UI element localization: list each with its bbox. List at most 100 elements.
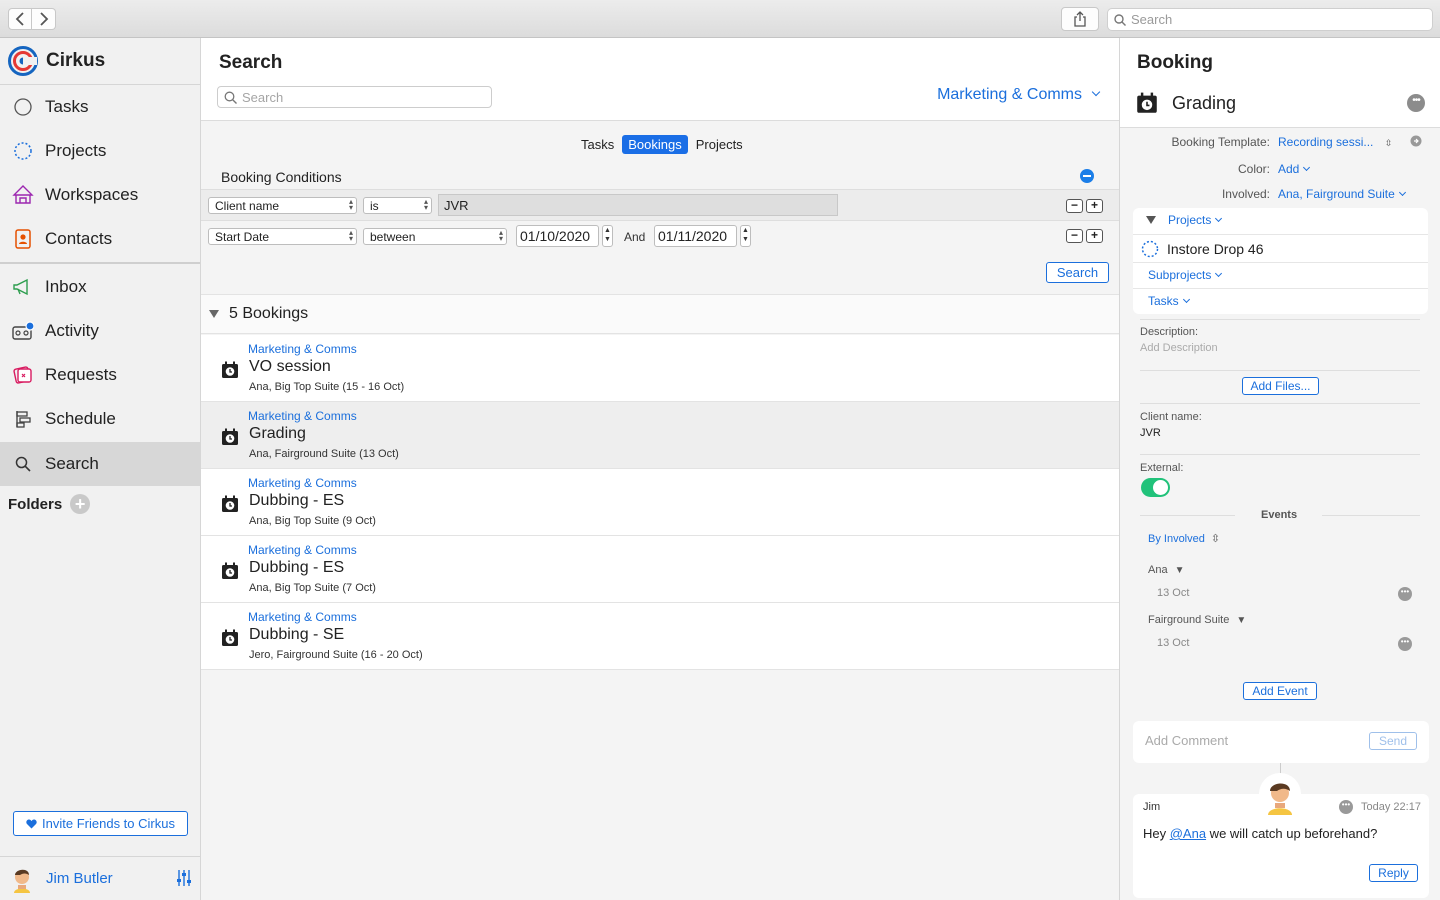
booking-row[interactable]: Marketing & Comms Dubbing - ES Ana, Big … xyxy=(201,469,1119,536)
end-date-field[interactable]: 01/11/2020 xyxy=(654,225,737,247)
booking-subtitle: Ana, Big Top Suite (7 Oct) xyxy=(249,582,376,594)
tab-tasks[interactable]: Tasks xyxy=(577,135,618,154)
search-field[interactable] xyxy=(217,86,492,108)
arrow-circle-icon[interactable] xyxy=(1410,135,1422,147)
field-select[interactable]: Start Date ▴ ▾ xyxy=(208,228,357,245)
add-folder-icon[interactable]: + xyxy=(70,494,91,514)
dotted-circle-icon xyxy=(12,140,34,162)
operator-select[interactable]: between ▴ ▾ xyxy=(363,228,507,245)
booking-row[interactable]: Marketing & Comms Grading Ana, Fairgroun… xyxy=(201,402,1119,469)
user-name[interactable]: Jim Butler xyxy=(46,870,113,887)
event-more-icon[interactable]: ••• xyxy=(1398,637,1412,651)
condition-value-field[interactable]: JVR xyxy=(438,194,838,216)
comment-more-icon[interactable]: ••• xyxy=(1339,800,1353,814)
conditions-title: Booking Conditions xyxy=(221,169,342,185)
booking-workspace[interactable]: Marketing & Comms xyxy=(248,409,357,423)
booking-workspace[interactable]: Marketing & Comms xyxy=(248,342,357,356)
sidebar-item-workspaces[interactable]: Workspaces xyxy=(0,173,200,217)
add-condition-button[interactable]: + xyxy=(1086,199,1103,213)
megaphone-icon xyxy=(12,276,34,298)
event-date[interactable]: 13 Oct xyxy=(1157,637,1189,649)
more-options-icon[interactable]: ••• xyxy=(1407,94,1425,112)
booking-name[interactable]: Grading xyxy=(1172,93,1236,114)
date-stepper[interactable]: ▲ ▼ xyxy=(740,225,751,247)
tab-projects[interactable]: Projects xyxy=(692,135,747,154)
sliders-icon[interactable] xyxy=(176,869,192,887)
field-select[interactable]: Client name ▴ ▾ xyxy=(208,197,357,214)
subprojects-dropdown[interactable]: Subprojects xyxy=(1148,268,1223,282)
add-condition-button[interactable]: + xyxy=(1086,229,1103,243)
date-stepper[interactable]: ▲ ▼ xyxy=(602,225,613,247)
sidebar-item-inbox[interactable]: Inbox xyxy=(0,265,200,309)
tasks-dropdown[interactable]: Tasks xyxy=(1148,294,1190,308)
operator-select[interactable]: is ▴ ▾ xyxy=(363,197,432,214)
event-group-fairground[interactable]: Fairground Suite ▼ xyxy=(1148,614,1246,626)
field-select-value: Start Date xyxy=(215,229,270,244)
mention-link[interactable]: @Ana xyxy=(1170,826,1206,841)
add-files-button[interactable]: Add Files... xyxy=(1242,377,1319,395)
end-date-value: 01/11/2020 xyxy=(658,228,728,244)
sidebar-item-activity[interactable]: Activity xyxy=(0,309,200,353)
results-count: 5 Bookings xyxy=(229,305,309,322)
sidebar-item-label: Projects xyxy=(45,141,107,160)
search-input[interactable] xyxy=(242,89,482,105)
send-button[interactable]: Send xyxy=(1369,732,1417,750)
sidebar-item-search[interactable]: Search xyxy=(0,442,200,486)
search-button[interactable]: Search xyxy=(1046,262,1109,283)
template-value: Recording sessi... xyxy=(1278,135,1374,149)
remove-condition-button[interactable]: − xyxy=(1066,199,1083,213)
projects-dropdown[interactable]: Projects xyxy=(1168,213,1223,227)
updown-icon: ▴ ▾ xyxy=(423,197,428,212)
toolbar-search-input[interactable] xyxy=(1131,12,1421,27)
back-button[interactable] xyxy=(8,8,32,30)
template-select[interactable]: Recording sessi... ⇳ xyxy=(1278,135,1392,149)
comment-text-part: Hey xyxy=(1143,826,1170,841)
minus-icon xyxy=(1083,175,1091,177)
color-select[interactable]: Add xyxy=(1278,162,1311,176)
forward-button[interactable] xyxy=(32,8,56,30)
remove-conditions-button[interactable] xyxy=(1080,169,1094,183)
reply-button[interactable]: Reply xyxy=(1369,864,1418,882)
sidebar-item-contacts[interactable]: Contacts xyxy=(0,217,200,261)
event-date[interactable]: 13 Oct xyxy=(1157,587,1189,599)
event-more-icon[interactable]: ••• xyxy=(1398,587,1412,601)
description-field[interactable]: Add Description xyxy=(1140,342,1218,354)
toolbar-search-field[interactable] xyxy=(1107,8,1433,31)
events-grouping-select[interactable]: By Involved ⇳ xyxy=(1148,532,1220,545)
remove-condition-button[interactable]: − xyxy=(1066,229,1083,243)
tab-bookings[interactable]: Bookings xyxy=(622,135,688,154)
event-group-ana[interactable]: Ana ▼ xyxy=(1148,564,1185,576)
sidebar-item-schedule[interactable]: Schedule xyxy=(0,397,200,441)
event-group-name: Fairground Suite xyxy=(1148,614,1230,626)
divider xyxy=(1133,234,1428,235)
divider xyxy=(1140,454,1420,455)
involved-select[interactable]: Ana, Fairground Suite xyxy=(1278,187,1406,201)
booking-row[interactable]: Marketing & Comms Dubbing - ES Ana, Big … xyxy=(201,536,1119,603)
share-button[interactable] xyxy=(1061,7,1099,31)
chevron-down-icon xyxy=(1398,188,1406,197)
invite-friends-button[interactable]: Invite Friends to Cirkus xyxy=(13,811,188,836)
booking-row[interactable]: Marketing & Comms Dubbing - SE Jero, Fai… xyxy=(201,603,1119,670)
client-name-value[interactable]: JVR xyxy=(1140,427,1161,439)
booking-workspace[interactable]: Marketing & Comms xyxy=(248,610,357,624)
divider xyxy=(1140,515,1235,516)
disclosure-triangle-icon[interactable] xyxy=(1146,216,1156,224)
sidebar-item-label: Search xyxy=(45,454,99,473)
booking-row[interactable]: Marketing & Comms VO session Ana, Big To… xyxy=(201,335,1119,402)
comment-input[interactable] xyxy=(1145,733,1355,748)
booking-workspace[interactable]: Marketing & Comms xyxy=(248,543,357,557)
sidebar-item-tasks[interactable]: Tasks xyxy=(0,85,200,129)
search-icon xyxy=(1114,13,1126,26)
start-date-field[interactable]: 01/10/2020 xyxy=(516,225,599,247)
project-name[interactable]: Instore Drop 46 xyxy=(1167,241,1264,257)
updown-icon: ▴ ▾ xyxy=(348,228,353,243)
workspace-selector[interactable]: Marketing & Comms xyxy=(937,86,1101,104)
sidebar-item-projects[interactable]: Projects xyxy=(0,129,200,173)
results-header[interactable]: 5 Bookings xyxy=(201,294,1119,334)
booking-workspace[interactable]: Marketing & Comms xyxy=(248,476,357,490)
add-event-button[interactable]: Add Event xyxy=(1243,682,1317,700)
comment-composer: Send xyxy=(1133,721,1429,763)
current-user[interactable]: Jim Butler xyxy=(0,856,200,900)
sidebar-item-requests[interactable]: Requests xyxy=(0,353,200,397)
external-toggle[interactable] xyxy=(1141,478,1170,497)
